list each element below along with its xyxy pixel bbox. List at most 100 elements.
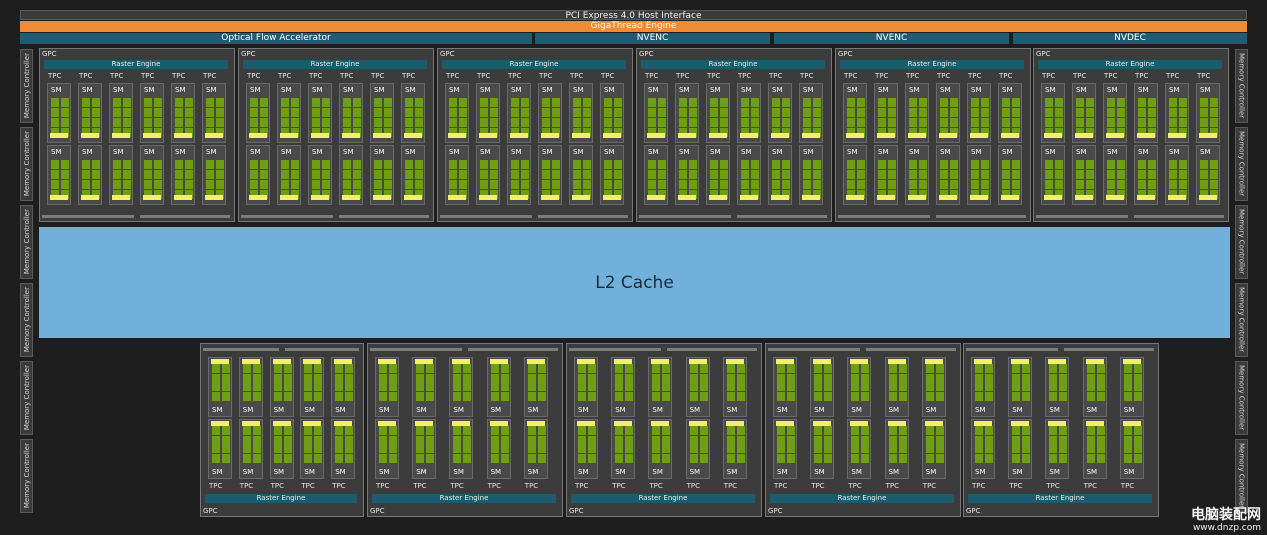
- sm-core-cluster: [144, 160, 152, 169]
- sm-label: SM: [374, 148, 385, 156]
- sm-core-cluster: [144, 98, 152, 107]
- sm-core-cluster: [861, 392, 870, 401]
- sm-block: SM: [523, 419, 548, 479]
- tpc-label: TPC: [239, 482, 254, 490]
- sm-core-cluster: [345, 444, 354, 453]
- sm-label: SM: [909, 86, 920, 94]
- sm-core-cluster: [772, 108, 780, 117]
- sm-core-cluster: [888, 392, 897, 401]
- sm-core-cluster: [935, 392, 944, 401]
- tpc-label: TPC: [48, 72, 62, 80]
- sm-core-cluster: [123, 118, 131, 127]
- sm-tensor-unit: [334, 359, 353, 364]
- gpc-interconnect-strip: [370, 348, 462, 351]
- sm-core-cluster: [1210, 170, 1218, 179]
- sm-core-cluster: [1123, 444, 1132, 453]
- sm-core-cluster: [726, 382, 735, 391]
- sm-tensor-unit: [647, 133, 665, 138]
- tpc-label: TPC: [723, 482, 738, 490]
- gpc-interconnect-strip: [737, 215, 827, 218]
- sm-block: SM: [47, 83, 71, 143]
- memory-controller-label: Memory Controller: [22, 53, 31, 119]
- sm-core-cluster: [92, 118, 100, 127]
- sm-core-cluster: [751, 180, 759, 189]
- sm-core-cluster: [1022, 392, 1031, 401]
- sm-core-cluster: [322, 118, 330, 127]
- sm-core-cluster: [61, 98, 69, 107]
- gpc-interconnect-strip: [838, 215, 930, 218]
- sm-label: SM: [573, 86, 584, 94]
- sm-block: SM: [47, 145, 71, 205]
- sm-core-cluster: [416, 382, 425, 391]
- sm-core-cluster: [1210, 98, 1218, 107]
- raster-engine: Raster Engine: [1038, 60, 1222, 69]
- sm-core-cluster: [1086, 444, 1095, 453]
- sm-core-cluster: [1200, 108, 1208, 117]
- sm-block: SM: [1072, 145, 1096, 205]
- memory-controller-label: Memory Controller: [22, 209, 31, 275]
- sm-core-cluster: [291, 170, 299, 179]
- gpc-block: GPC Raster Engine TPC SM SM TPC SM SM TPC SM SM TPC…: [437, 48, 633, 222]
- sm-core-cluster: [314, 444, 323, 453]
- sm-core-cluster: [588, 454, 596, 463]
- sm-core-cluster: [490, 160, 498, 169]
- sm-core-cluster: [384, 108, 392, 117]
- sm-core-cluster: [1086, 180, 1094, 189]
- sm-core-cluster: [500, 454, 509, 463]
- sm-core-cluster: [662, 392, 671, 401]
- sm-core-cluster: [720, 180, 728, 189]
- sm-core-cluster: [720, 118, 728, 127]
- sm-core-cluster: [1086, 160, 1094, 169]
- sm-core-cluster: [389, 454, 397, 463]
- sm-block: SM: [971, 419, 995, 479]
- sm-core-cluster: [573, 108, 581, 117]
- sm-core-cluster: [304, 454, 313, 463]
- tpc-label: TPC: [539, 72, 553, 80]
- sm-tensor-unit: [577, 359, 595, 364]
- sm-tensor-unit: [572, 195, 590, 200]
- sm-core-cluster: [1055, 180, 1063, 189]
- sm-core-cluster: [92, 170, 100, 179]
- sm-core-cluster: [652, 454, 661, 463]
- sm-core-cluster: [1117, 180, 1125, 189]
- sm-tensor-unit: [112, 195, 130, 200]
- sm-label: SM: [847, 148, 858, 156]
- sm-tensor-unit: [939, 133, 957, 138]
- sm-core-cluster: [453, 382, 462, 391]
- sm-core-cluster: [726, 392, 735, 401]
- sm-core-cluster: [175, 160, 183, 169]
- sm-core-cluster: [415, 98, 423, 107]
- sm-label: SM: [82, 86, 93, 94]
- sm-core-cluster: [1059, 364, 1068, 373]
- sm-core-cluster: [1012, 108, 1020, 117]
- sm-core-cluster: [736, 382, 745, 391]
- sm-core-cluster: [185, 160, 193, 169]
- sm-core-cluster: [925, 382, 934, 391]
- sm-core-cluster: [888, 170, 896, 179]
- tpc-label: TPC: [376, 482, 390, 490]
- sm-core-cluster: [909, 180, 917, 189]
- sm-core-cluster: [521, 118, 529, 127]
- gpc-block: SM SM TPC SM SM TPC SM SM TPC SM SM TPC SM SM TPC Raste…: [765, 343, 961, 517]
- sm-core-cluster: [1086, 454, 1095, 463]
- sm-core-cluster: [453, 454, 462, 463]
- sm-label: SM: [113, 148, 124, 156]
- sm-core-cluster: [353, 118, 361, 127]
- sm-label: SM: [175, 148, 186, 156]
- sm-label: SM: [416, 468, 427, 476]
- tpc-label: TPC: [937, 72, 951, 80]
- sm-core-cluster: [260, 170, 268, 179]
- sm-block: SM: [375, 419, 399, 479]
- sm-core-cluster: [857, 108, 865, 117]
- sm-core-cluster: [1148, 170, 1156, 179]
- sm-tensor-unit: [1137, 195, 1155, 200]
- sm-core-cluster: [322, 108, 330, 117]
- sm-core-cluster: [542, 160, 550, 169]
- sm-core-cluster: [1169, 180, 1177, 189]
- sm-core-cluster: [658, 160, 666, 169]
- sm-core-cluster: [1133, 444, 1142, 453]
- sm-block: SM: [109, 83, 133, 143]
- sm-core-cluster: [940, 118, 948, 127]
- sm-core-cluster: [1012, 444, 1021, 453]
- sm-core-cluster: [415, 108, 423, 117]
